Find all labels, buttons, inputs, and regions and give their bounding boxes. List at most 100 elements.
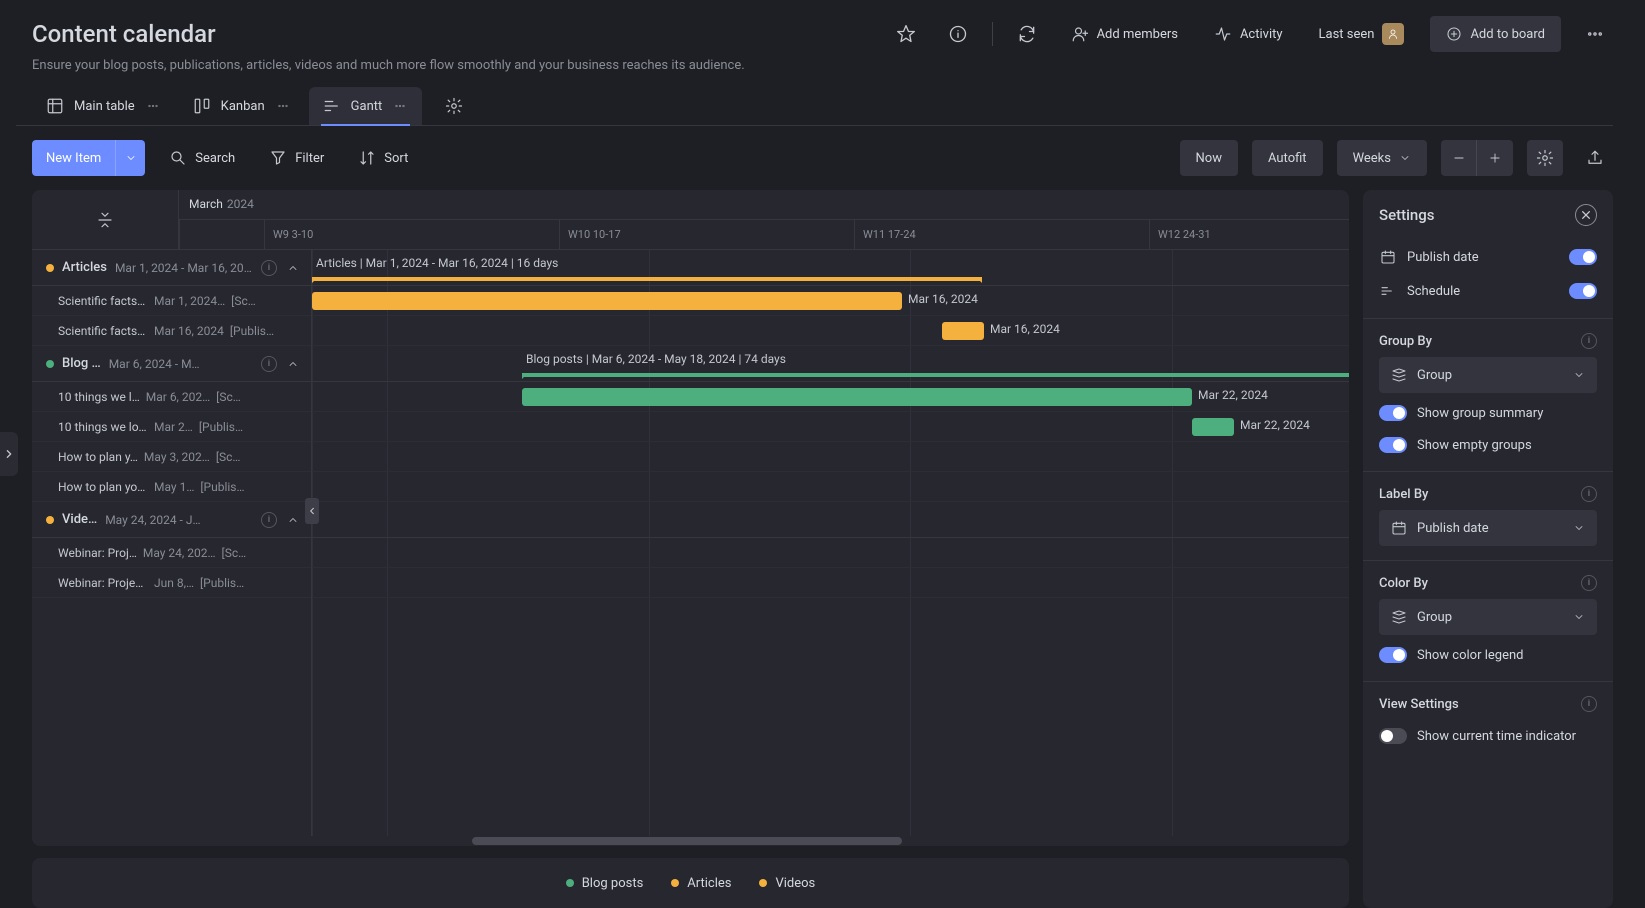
add-members-label: Add members [1097, 27, 1178, 42]
info-icon[interactable] [940, 16, 976, 52]
label-by-title: Label By [1379, 487, 1428, 502]
task-date: Jun 8,… [154, 576, 194, 590]
group-by-select[interactable]: Group [1379, 357, 1597, 393]
task-row[interactable]: How to plan y… May 3, 202… [Sc… [32, 442, 311, 472]
task-row[interactable]: Scientific facts a… Mar 1, 2024… [Sc… [32, 286, 311, 316]
tab-more-icon[interactable] [392, 98, 408, 114]
task-status: [Publis… [199, 420, 243, 434]
gantt-bar-label: Mar 16, 2024 [990, 322, 1060, 336]
sort-label: Sort [384, 151, 408, 166]
tab-main-table[interactable]: Main table [32, 87, 175, 125]
now-button[interactable]: Now [1180, 140, 1238, 176]
tab-more-icon[interactable] [275, 98, 291, 114]
tab-gantt[interactable]: Gantt [309, 87, 423, 125]
autofit-button[interactable]: Autofit [1252, 140, 1323, 176]
sort-button[interactable]: Sort [348, 140, 418, 176]
filter-button[interactable]: Filter [259, 140, 334, 176]
show-current-time-toggle[interactable] [1379, 728, 1407, 744]
expand-left-panel[interactable] [0, 432, 18, 476]
task-row[interactable]: 10 things we l… Mar 6, 202… [Sc… [32, 382, 311, 412]
tab-kanban[interactable]: Kanban [179, 87, 305, 125]
schedule-toggle[interactable] [1569, 283, 1597, 299]
gantt-bar[interactable] [312, 292, 902, 310]
new-item-button[interactable]: New Item [32, 140, 145, 176]
more-icon[interactable] [1577, 16, 1613, 52]
show-color-legend-toggle[interactable] [1379, 647, 1407, 663]
week-header: W12 24-31 [1149, 220, 1349, 249]
show-group-summary-toggle[interactable] [1379, 405, 1407, 421]
info-icon[interactable]: i [1581, 696, 1597, 712]
timescale-select[interactable]: Weeks [1337, 140, 1427, 176]
settings-panel: Settings Publish date Schedule Group By … [1363, 190, 1613, 908]
gantt-bar[interactable] [942, 322, 984, 340]
group-color-dot [46, 516, 54, 524]
task-row[interactable]: Scientific facts a… Mar 16, 2024 [Publis… [32, 316, 311, 346]
group-summary-bar[interactable] [312, 277, 982, 281]
search-button[interactable]: Search [159, 140, 245, 176]
share-button[interactable] [1577, 140, 1613, 176]
chevron-up-icon[interactable] [285, 356, 301, 372]
info-icon[interactable]: i [1581, 333, 1597, 349]
legend-label: Blog posts [582, 876, 644, 891]
info-icon[interactable]: i [261, 512, 277, 528]
task-status: [Publis… [230, 324, 274, 338]
timeline-month: March 2024 [179, 190, 1349, 220]
favorite-icon[interactable] [888, 16, 924, 52]
page-subtitle: Ensure your blog posts, publications, ar… [16, 58, 1613, 73]
legend-item: Articles [671, 876, 731, 891]
collapse-sidebar-handle[interactable] [305, 498, 319, 524]
color-by-select[interactable]: Group [1379, 599, 1597, 635]
show-current-time-label: Show current time indicator [1417, 729, 1597, 744]
group-dates: Mar 6, 2024 - M… [109, 357, 253, 371]
task-row[interactable]: How to plan your … May 1… [Publis… [32, 472, 311, 502]
expand-collapse-all[interactable] [32, 190, 179, 249]
task-name: 10 things we l… [58, 390, 140, 404]
refresh-icon[interactable] [1009, 16, 1045, 52]
zoom-out-button[interactable] [1441, 140, 1477, 176]
close-icon[interactable] [1575, 204, 1597, 226]
chevron-down-icon[interactable] [115, 140, 145, 176]
last-seen-label: Last seen [1319, 27, 1375, 42]
scrollbar-thumb[interactable] [472, 837, 902, 845]
view-settings-title: View Settings [1379, 697, 1459, 712]
add-members-button[interactable]: Add members [1061, 16, 1188, 52]
group-summary-bar[interactable] [522, 373, 1349, 377]
search-label: Search [195, 151, 235, 166]
task-date: Mar 1, 2024… [154, 294, 225, 308]
gantt-bar[interactable] [1192, 418, 1234, 436]
task-date: May 24, 202… [143, 546, 216, 560]
group-header[interactable]: Articles Mar 1, 2024 - Mar 16, 2024 i [32, 250, 311, 286]
horizontal-scrollbar[interactable] [32, 836, 1349, 846]
gantt-icon [323, 97, 341, 115]
settings-button[interactable] [1527, 140, 1563, 176]
new-item-label: New Item [32, 151, 115, 166]
label-by-select[interactable]: Publish date [1379, 510, 1597, 546]
chevron-up-icon[interactable] [285, 512, 301, 528]
group-header[interactable]: Blog … Mar 6, 2024 - M… i [32, 346, 311, 382]
view-settings-icon[interactable] [438, 90, 470, 122]
group-color-dot [46, 264, 54, 272]
avatar[interactable] [1382, 23, 1404, 45]
group-header[interactable]: Vide… May 24, 2024 - J… i [32, 502, 311, 538]
last-seen: Last seen [1309, 23, 1415, 45]
show-empty-groups-toggle[interactable] [1379, 437, 1407, 453]
task-row[interactable]: Webinar: Project… Jun 8,… [Publis… [32, 568, 311, 598]
info-icon[interactable]: i [1581, 486, 1597, 502]
tab-label: Gantt [351, 99, 383, 114]
zoom-in-button[interactable] [1477, 140, 1513, 176]
gantt-bar[interactable] [522, 388, 1192, 406]
info-icon[interactable]: i [261, 260, 277, 276]
task-row[interactable]: Webinar: Proj… May 24, 202… [Sc… [32, 538, 311, 568]
legend-item: Videos [759, 876, 815, 891]
info-icon[interactable]: i [261, 356, 277, 372]
info-icon[interactable]: i [1581, 575, 1597, 591]
activity-button[interactable]: Activity [1204, 16, 1293, 52]
publish-date-toggle[interactable] [1569, 249, 1597, 265]
group-name: Articles [62, 260, 107, 275]
add-to-board-button[interactable]: Add to board [1430, 16, 1561, 52]
task-row[interactable]: 10 things we love… Mar 2… [Publis… [32, 412, 311, 442]
week-header: W11 17-24 [854, 220, 1149, 249]
task-date: Mar 16, 2024 [154, 324, 224, 338]
chevron-up-icon[interactable] [285, 260, 301, 276]
tab-more-icon[interactable] [145, 98, 161, 114]
